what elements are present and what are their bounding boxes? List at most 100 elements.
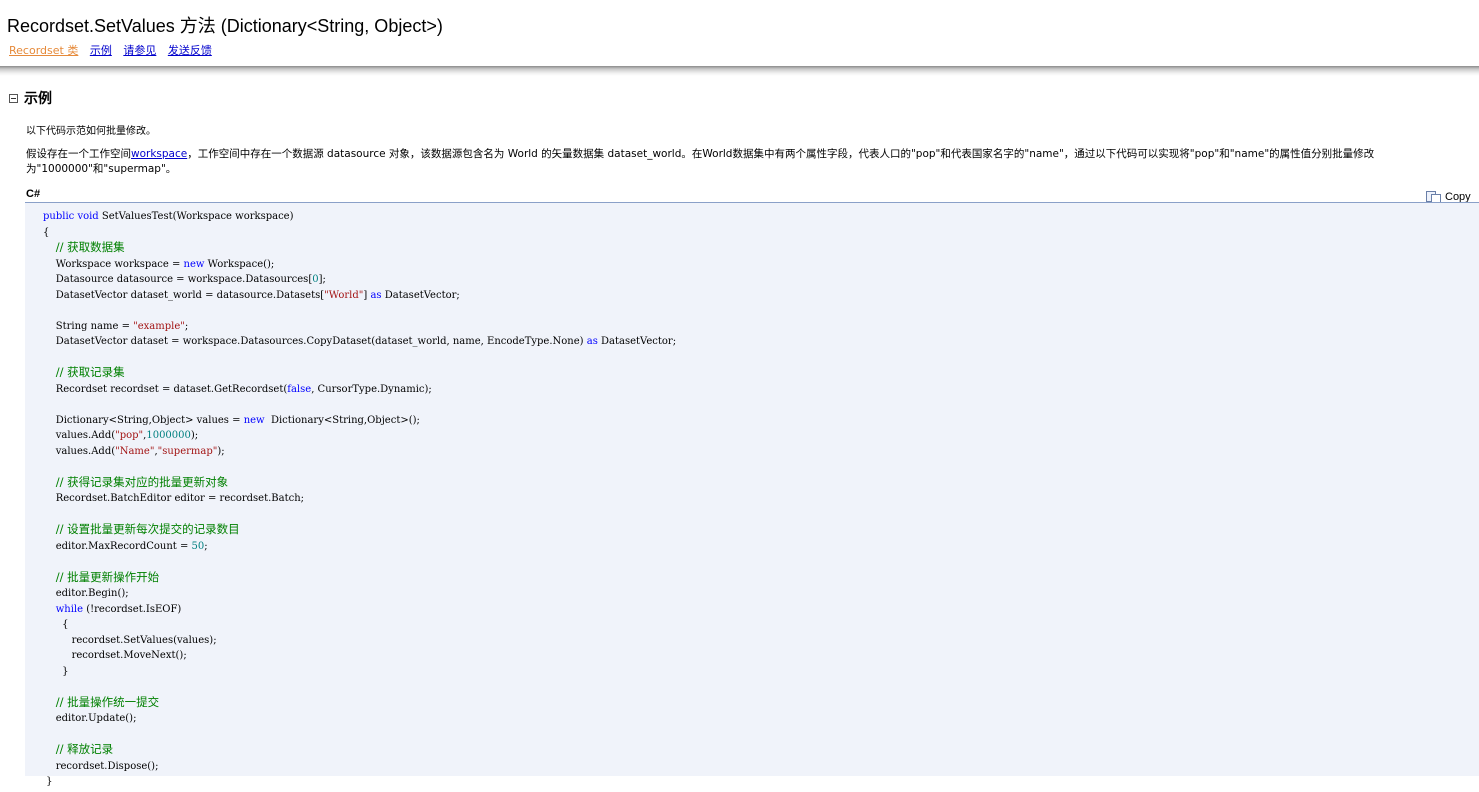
code-token: "supermap" xyxy=(157,445,218,457)
code-token: String name = xyxy=(43,320,134,332)
description-prefix: 假设存在一个工作空间 xyxy=(26,148,131,160)
code-language-label: C# xyxy=(26,188,41,200)
code-token: { xyxy=(43,619,69,630)
code-token: as xyxy=(370,289,382,301)
code-line: values.Add("Name","supermap"); xyxy=(43,444,1479,460)
code-token: Datasource datasource = workspace.Dataso… xyxy=(43,274,313,285)
code-token: // 批量操作统一提交 xyxy=(55,694,160,709)
code-token: editor.Begin(); xyxy=(43,588,129,599)
workspace-link[interactable]: workspace xyxy=(131,148,187,160)
code-token: ]; xyxy=(318,274,326,285)
link-send-feedback[interactable]: 发送反馈 xyxy=(168,44,212,57)
code-token: Workspace(); xyxy=(204,258,275,270)
code-token: DatasetVector; xyxy=(597,336,677,347)
code-token: ); xyxy=(190,430,199,441)
code-token: recordset.MoveNext(); xyxy=(43,650,187,661)
code-line: editor.Begin(); xyxy=(43,586,1479,602)
code-token: // 获得记录集对应的批量更新对象 xyxy=(55,474,229,489)
code-token: // 设置批量更新每次提交的记录数目 xyxy=(55,522,240,536)
description-text: 假设存在一个工作空间workspace，工作空间中存在一个数据源 datasou… xyxy=(26,147,1466,177)
code-token: as xyxy=(586,336,598,347)
code-line: editor.MaxRecordCount = 50; xyxy=(43,539,1479,555)
code-token: "pop" xyxy=(115,430,144,441)
code-token: ; xyxy=(184,320,189,332)
code-line: { xyxy=(43,617,1479,633)
intro-text: 以下代码示范如何批量修改。 xyxy=(26,126,156,137)
page-title: Recordset.SetValues 方法 (Dictionary<Strin… xyxy=(7,16,443,36)
code-token: } xyxy=(43,776,53,787)
code-token: (!recordset.IsEOF) xyxy=(83,603,182,615)
code-line: Recordset recordset = dataset.GetRecords… xyxy=(43,382,1479,398)
code-token: Dictionary<String,Object>(); xyxy=(264,414,420,426)
code-token: } xyxy=(43,665,69,677)
code-token: // 释放记录 xyxy=(55,742,114,756)
code-line: // 获取记录集 xyxy=(43,365,1479,382)
code-line: DatasetVector dataset_world = datasource… xyxy=(43,288,1479,304)
code-token: void xyxy=(77,211,99,222)
description-suffix: ，工作空间中存在一个数据源 datasource 对象，该数据源包含名为 Wor… xyxy=(26,148,1375,175)
code-token: 1000000 xyxy=(146,430,191,441)
code-line: } xyxy=(43,774,1479,790)
section-title: 示例 xyxy=(24,91,52,107)
code-line: { xyxy=(43,225,1479,241)
code-line: // 释放记录 xyxy=(43,742,1479,759)
code-line: public void SetValuesTest(Workspace work… xyxy=(43,209,1479,225)
link-see-also[interactable]: 请参见 xyxy=(123,44,156,57)
code-line: // 获得记录集对应的批量更新对象 xyxy=(43,475,1479,492)
code-token: Workspace workspace = xyxy=(43,258,184,270)
code-token: // 批量更新操作开始 xyxy=(55,569,160,584)
code-line: } xyxy=(43,664,1479,680)
code-token: DatasetVector; xyxy=(381,289,460,301)
code-line: while (!recordset.IsEOF) xyxy=(43,602,1479,618)
link-recordset-class[interactable]: Recordset 类 xyxy=(9,44,78,57)
code-token: "Name" xyxy=(115,445,155,457)
code-token: while xyxy=(55,603,84,615)
code-token: DatasetVector dataset_world = datasource… xyxy=(43,289,325,301)
code-token: ; xyxy=(204,540,208,552)
code-token: "World" xyxy=(324,289,364,301)
code-block: public void SetValuesTest(Workspace work… xyxy=(25,202,1479,787)
code-token: editor.MaxRecordCount = xyxy=(43,540,192,552)
code-token: new xyxy=(243,414,265,426)
code-token: public xyxy=(43,211,75,222)
code-token: , CursorType.Dynamic); xyxy=(311,383,432,395)
code-text: public void SetValuesTest(Workspace work… xyxy=(25,203,1479,790)
code-token: SetValuesTest(Workspace workspace) xyxy=(98,211,294,222)
code-token: ); xyxy=(217,445,225,457)
code-line: recordset.Dispose(); xyxy=(43,759,1479,775)
header-links: Recordset 类 示例 请参见 发送反馈 xyxy=(9,42,220,58)
code-token: // 获取数据集 xyxy=(55,240,125,254)
code-line: recordset.SetValues(values); xyxy=(43,633,1479,649)
code-token: editor.Update(); xyxy=(43,713,137,724)
code-token: { xyxy=(43,226,50,238)
code-line: Dictionary<String,Object> values = new D… xyxy=(43,413,1479,429)
code-line: values.Add("pop",1000000); xyxy=(43,428,1479,444)
code-line: // 批量更新操作开始 xyxy=(43,570,1479,587)
code-token: Dictionary<String,Object> values = xyxy=(43,414,244,426)
header-separator xyxy=(0,66,1479,76)
section-header-example[interactable]: 示例 xyxy=(9,88,52,108)
code-line: // 获取数据集 xyxy=(43,240,1479,257)
code-token: recordset.SetValues(values); xyxy=(43,634,217,646)
code-line: editor.Update(); xyxy=(43,711,1479,727)
code-token: values.Add( xyxy=(43,445,116,457)
collapse-minus-icon[interactable] xyxy=(9,93,18,103)
code-line: // 设置批量更新每次提交的记录数目 xyxy=(43,522,1479,539)
code-line: String name = "example"; xyxy=(43,319,1479,335)
link-example[interactable]: 示例 xyxy=(90,44,112,57)
code-token: values.Add( xyxy=(43,430,116,441)
code-token: 50 xyxy=(191,540,205,552)
code-token: recordset.Dispose(); xyxy=(43,760,159,772)
